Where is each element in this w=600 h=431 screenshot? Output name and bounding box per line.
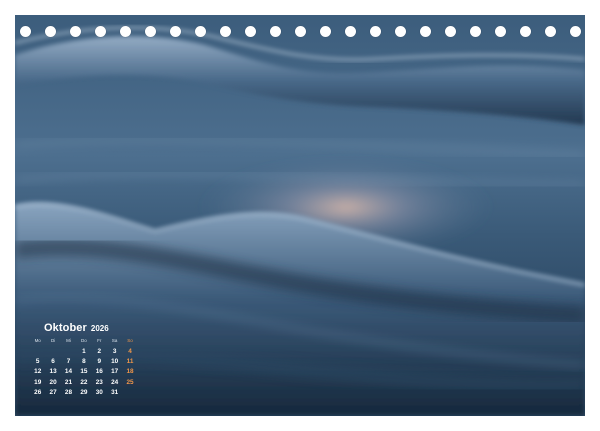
binding-hole — [94, 26, 106, 37]
weekday-label-sunday: So — [127, 338, 133, 343]
binding-hole — [69, 26, 81, 37]
binding-hole — [469, 26, 481, 37]
day-cell: 8 — [82, 358, 86, 366]
day-cell: 22 — [80, 378, 88, 386]
binding-hole — [419, 26, 431, 37]
day-cell: 7 — [66, 358, 71, 366]
day-cell: 17 — [111, 368, 119, 376]
weekday-row: Mo Di Mi Do Fr Sa So — [30, 338, 138, 346]
day-cell: 23 — [95, 378, 103, 386]
day-cell: 27 — [49, 389, 57, 397]
binding-hole — [144, 26, 156, 37]
binding-hole — [544, 26, 556, 37]
week-row: 5 6 7 8 9 10 11 — [30, 356, 138, 366]
day-cell: 28 — [64, 389, 73, 397]
day-cell: 31 — [111, 389, 119, 397]
binding-hole — [344, 26, 356, 37]
calendar-year: 2026 — [90, 324, 109, 333]
day-cell: 20 — [49, 378, 57, 386]
day-cell: 13 — [49, 368, 57, 376]
weekday-label: Mo — [34, 338, 41, 343]
week-row: 1 2 3 4 — [30, 346, 138, 356]
day-cell: 6 — [51, 358, 55, 366]
calendar-page: Oktober 2026 Mo Di Mi Do Fr Sa So 123456… — [0, 0, 600, 431]
day-cell-sunday: 4 — [128, 347, 132, 355]
day-cell: 24 — [111, 378, 119, 386]
day-cell: 10 — [111, 358, 119, 366]
binding-hole — [294, 26, 306, 37]
day-cell: 16 — [95, 368, 103, 376]
day-cell: 26 — [34, 389, 42, 397]
weekday-label: Di — [50, 338, 56, 343]
day-cell: 30 — [95, 389, 103, 397]
calendar-month: Oktober — [44, 322, 87, 334]
binding-hole — [444, 26, 456, 37]
week-row: 19 20 21 22 23 24 25 — [30, 377, 138, 387]
binding-hole — [244, 26, 256, 37]
calendar-header: Oktober 2026 — [44, 322, 138, 336]
weekday-label: Do — [80, 338, 87, 343]
binding-hole — [119, 26, 131, 37]
binding-hole — [394, 26, 406, 37]
day-cell: 3 — [112, 347, 117, 355]
day-cell: 29 — [80, 389, 88, 397]
binding-hole — [494, 26, 506, 37]
day-cell: 15 — [80, 368, 88, 376]
day-cell: 19 — [34, 378, 42, 386]
weekday-label: Mi — [66, 338, 71, 343]
day-cell: 21 — [64, 378, 73, 386]
day-cell-sunday: 25 — [126, 378, 134, 386]
month-calendar: Oktober 2026 Mo Di Mi Do Fr Sa So 123456… — [30, 322, 138, 398]
binding-hole — [19, 26, 31, 37]
binding-hole — [219, 26, 231, 37]
binding-hole — [319, 26, 331, 37]
day-cell: 5 — [35, 358, 40, 366]
week-row: 12 13 14 15 16 17 18 — [30, 367, 138, 377]
day-cell: 9 — [97, 358, 102, 366]
binding-hole — [569, 26, 581, 37]
weekday-label: Sa — [111, 338, 118, 343]
spiral-binding — [0, 26, 600, 38]
day-cell: 1 — [82, 347, 86, 355]
day-cell: 14 — [64, 368, 73, 376]
binding-hole — [169, 26, 181, 37]
calendar-grid: 1 2 3 4 5 6 7 8 9 10 11 12 13 14 15 16 17 18 19 20 21 22 23 24 2… — [30, 346, 138, 398]
day-cell: 12 — [34, 368, 42, 376]
binding-hole — [194, 26, 206, 37]
binding-hole — [269, 26, 281, 37]
binding-hole — [44, 26, 56, 37]
binding-hole — [369, 26, 381, 37]
week-row: 26 27 28 29 30 31 — [30, 388, 138, 398]
weekday-label: Fr — [97, 338, 102, 343]
day-cell: 2 — [97, 347, 102, 355]
day-cell-sunday: 18 — [126, 368, 134, 376]
binding-hole — [519, 26, 531, 37]
day-cell-sunday: 11 — [126, 358, 134, 366]
